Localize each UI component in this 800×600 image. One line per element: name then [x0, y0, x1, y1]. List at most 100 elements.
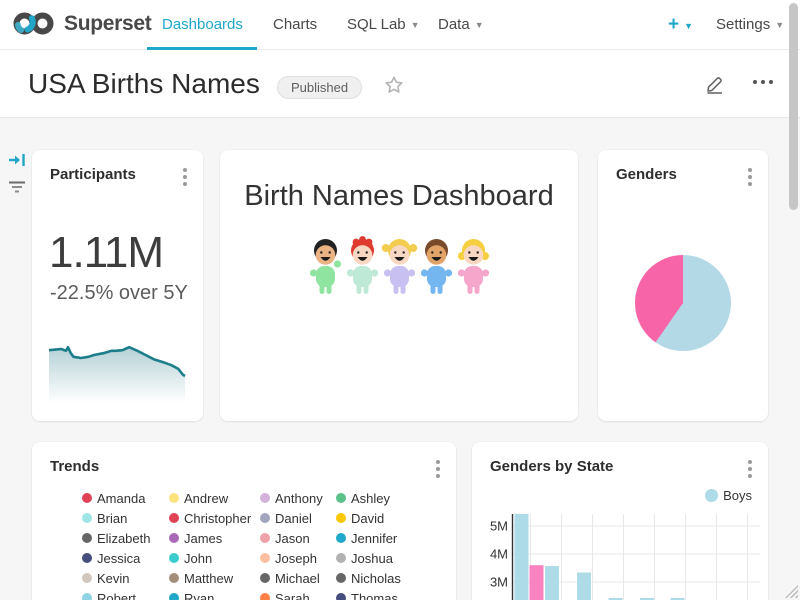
vertical-scrollbar-thumb[interactable]	[789, 3, 798, 210]
trends-card: Trends Amanda Andrew Anthony Ashley Brian Chr…	[32, 442, 456, 600]
legend-item-jessica[interactable]: Jessica	[82, 548, 169, 568]
legend-item-elizabeth[interactable]: Elizabeth	[82, 528, 169, 548]
filter-list-icon[interactable]	[7, 180, 27, 199]
arrow-to-bar-icon	[8, 152, 26, 168]
legend-label: Joshua	[351, 551, 393, 566]
legend-item-joseph[interactable]: Joseph	[260, 548, 336, 568]
big-number-value: 1.11M	[49, 228, 163, 278]
legend-item-ashley[interactable]: Ashley	[336, 488, 426, 508]
legend-item-david[interactable]: David	[336, 508, 426, 528]
legend-dot	[336, 573, 346, 583]
chart-kebab-menu[interactable]	[746, 166, 754, 188]
edit-dashboard-button[interactable]	[705, 74, 725, 99]
legend-label: Ryan	[184, 591, 214, 600]
chart-title: Genders by State	[490, 458, 613, 475]
markdown-heading: Birth Names Dashboard	[220, 180, 578, 213]
genders-card: Genders	[598, 150, 768, 421]
y-axis-tick-label: 3M	[490, 575, 508, 590]
legend-item-james[interactable]: James	[169, 528, 260, 548]
legend-label: Brian	[97, 511, 127, 526]
legend-dot	[82, 573, 92, 583]
legend-label: Andrew	[184, 491, 228, 506]
legend-label: Elizabeth	[97, 531, 150, 546]
genders-pie-chart[interactable]	[635, 255, 731, 351]
resize-handle-icon[interactable]	[785, 585, 798, 598]
dashboard-menu-button[interactable]	[753, 80, 773, 84]
legend-dot	[260, 513, 270, 523]
legend-item-robert[interactable]: Robert	[82, 588, 169, 600]
legend-dot	[169, 553, 179, 563]
expand-filter-bar-button[interactable]	[8, 152, 26, 173]
legend-label: Jessica	[97, 551, 140, 566]
published-badge[interactable]: Published	[277, 76, 362, 99]
legend-item-kevin[interactable]: Kevin	[82, 568, 169, 588]
chart-kebab-menu[interactable]	[181, 166, 189, 188]
legend-dot	[169, 533, 179, 543]
legend-dot	[169, 513, 179, 523]
new-item-button[interactable]: +▼	[668, 0, 693, 50]
favorite-star-button[interactable]	[383, 74, 405, 101]
legend-dot	[82, 513, 92, 523]
chart-title: Trends	[50, 458, 99, 475]
legend-dot	[336, 553, 346, 563]
legend-label: Robert	[97, 591, 136, 600]
legend-item-andrew[interactable]: Andrew	[169, 488, 260, 508]
legend-label: Daniel	[275, 511, 312, 526]
star-icon	[383, 74, 405, 96]
legend-label: Joseph	[275, 551, 317, 566]
settings-menu[interactable]: Settings▼	[716, 0, 784, 50]
legend-item-matthew[interactable]: Matthew	[169, 568, 260, 588]
legend-dot	[169, 493, 179, 503]
trends-legend: Amanda Andrew Anthony Ashley Brian Christophe…	[82, 488, 426, 600]
active-tab-underline	[147, 47, 257, 50]
legend-dot	[82, 553, 92, 563]
legend-item-jennifer[interactable]: Jennifer	[336, 528, 426, 548]
page-title: USA Births Names	[28, 68, 260, 100]
legend-item-thomas[interactable]: Thomas	[336, 588, 426, 600]
legend-item-christopher[interactable]: Christopher	[169, 508, 260, 528]
legend-item-sarah[interactable]: Sarah	[260, 588, 336, 600]
legend-label: Kevin	[97, 571, 130, 586]
nav-item-dashboards[interactable]: Dashboards	[162, 0, 243, 50]
legend-item-anthony[interactable]: Anthony	[260, 488, 336, 508]
bar-girls[interactable]	[530, 565, 544, 600]
bar-boys[interactable]	[515, 514, 529, 600]
legend-item-john[interactable]: John	[169, 548, 260, 568]
legend-dot	[82, 533, 92, 543]
app-logo[interactable]: Superset	[12, 10, 151, 37]
pencil-icon	[705, 74, 725, 94]
genders-by-state-bar-chart[interactable]: 5M 4M 3M	[472, 502, 768, 600]
nav-item-sql-lab[interactable]: SQL Lab▼	[347, 0, 420, 50]
legend-label: Anthony	[275, 491, 323, 506]
legend-dot	[260, 533, 270, 543]
legend-item-michael[interactable]: Michael	[260, 568, 336, 588]
legend-item-ryan[interactable]: Ryan	[169, 588, 260, 600]
nav-item-data[interactable]: Data▼	[438, 0, 484, 50]
legend-item-joshua[interactable]: Joshua	[336, 548, 426, 568]
legend-label: John	[184, 551, 212, 566]
legend-item-brian[interactable]: Brian	[82, 508, 169, 528]
chart-kebab-menu[interactable]	[434, 458, 442, 480]
y-axis-tick-label: 4M	[490, 547, 508, 562]
legend-label: Boys	[723, 488, 752, 503]
children-illustration	[309, 236, 489, 300]
participants-card: Participants 1.11M -22.5% over 5Y	[32, 150, 203, 421]
bar-boys[interactable]	[577, 573, 591, 600]
chart-kebab-menu[interactable]	[746, 458, 754, 480]
nav-item-charts[interactable]: Charts	[273, 0, 317, 50]
y-axis-tick-label: 5M	[490, 519, 508, 534]
legend-item-boys[interactable]: Boys	[705, 488, 752, 503]
caret-down-icon: ▼	[411, 0, 420, 50]
legend-label: Ashley	[351, 491, 390, 506]
bar-boys[interactable]	[545, 566, 559, 600]
legend-label: James	[184, 531, 222, 546]
chart-title: Genders	[616, 166, 677, 183]
legend-item-amanda[interactable]: Amanda	[82, 488, 169, 508]
legend-item-jason[interactable]: Jason	[260, 528, 336, 548]
caret-down-icon: ▼	[684, 1, 693, 51]
legend-label: David	[351, 511, 384, 526]
legend-item-nicholas[interactable]: Nicholas	[336, 568, 426, 588]
legend-label: Matthew	[184, 571, 233, 586]
legend-item-daniel[interactable]: Daniel	[260, 508, 336, 528]
legend-dot	[336, 513, 346, 523]
